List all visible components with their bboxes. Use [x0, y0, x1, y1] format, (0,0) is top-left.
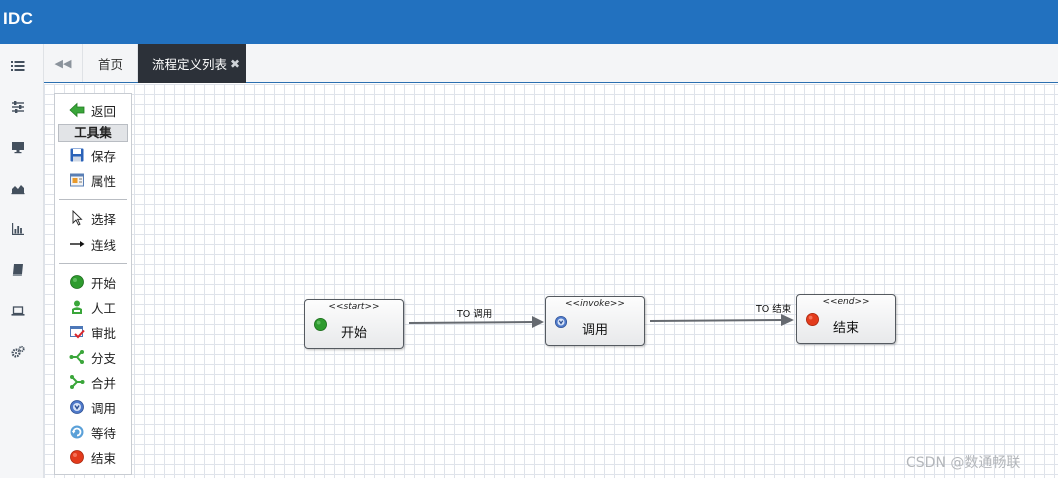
node-stereotype: <<invoke>>	[565, 299, 625, 309]
approve-icon	[69, 324, 85, 340]
node-start[interactable]: <<start>> 开始	[304, 299, 404, 349]
close-icon[interactable]: ✖	[230, 57, 240, 71]
tool-manual[interactable]: 人工	[69, 297, 116, 317]
tool-branch-label: 分支	[91, 350, 117, 366]
left-nav	[0, 44, 44, 478]
app-logo[interactable]: IDC	[3, 9, 33, 29]
merge-icon	[69, 374, 85, 390]
tool-approve[interactable]: 审批	[69, 322, 116, 342]
tool-end-label: 结束	[91, 450, 117, 466]
tab-bar: ◀◀ 首页 流程定义列表 ✖	[44, 44, 1058, 83]
laptop-icon[interactable]	[11, 304, 25, 318]
tool-merge[interactable]: 合并	[69, 372, 116, 392]
sliders-icon[interactable]	[11, 100, 25, 114]
edge-label-start-to-invoke[interactable]: TO 调用	[457, 306, 492, 320]
tool-connect-label: 连线	[91, 237, 117, 253]
pointer-icon	[69, 210, 85, 226]
tool-select-label: 选择	[91, 211, 117, 227]
wait-icon	[69, 424, 85, 440]
tool-end[interactable]: 结束	[69, 447, 116, 467]
invoke-icon	[69, 399, 85, 415]
properties-icon	[69, 172, 85, 188]
tab-home[interactable]: 首页	[84, 44, 138, 82]
tool-invoke[interactable]: 调用	[69, 397, 116, 417]
arrow-right-icon	[69, 236, 85, 252]
node-label: 开始	[340, 326, 367, 341]
back-arrow-icon	[69, 102, 85, 118]
designer-canvas[interactable]	[44, 84, 1058, 478]
double-chevron-left-icon: ◀◀	[54, 56, 72, 70]
toolbox-panel: 返回 工具集 保存 属性 选择 连线 开始 人工 审批 分支 合并 调用 等待 …	[54, 93, 132, 475]
tool-back-label: 返回	[91, 103, 117, 119]
toolbox-divider	[59, 263, 127, 264]
tab-active-label: 流程定义列表	[152, 57, 228, 72]
tool-wait-label: 等待	[91, 425, 117, 441]
gears-icon[interactable]	[11, 345, 25, 359]
tool-select[interactable]: 选择	[69, 208, 116, 228]
toolset-header: 工具集	[58, 124, 128, 142]
tool-wait[interactable]: 等待	[69, 422, 116, 442]
tool-approve-label: 审批	[91, 325, 117, 341]
tool-invoke-label: 调用	[91, 400, 117, 416]
tool-start-label: 开始	[91, 275, 117, 291]
tool-start[interactable]: 开始	[69, 272, 116, 292]
node-label: 调用	[581, 323, 608, 338]
tool-back[interactable]: 返回	[69, 100, 116, 120]
tool-manual-label: 人工	[91, 300, 117, 316]
node-label: 结束	[832, 321, 859, 336]
node-invoke[interactable]: <<invoke>> 调用	[545, 296, 645, 346]
branch-icon	[69, 349, 85, 365]
bar-chart-icon[interactable]	[11, 222, 25, 236]
list-icon[interactable]	[11, 59, 25, 73]
user-icon	[69, 299, 85, 315]
tool-connect[interactable]: 连线	[69, 234, 116, 254]
tab-process-definitions[interactable]: 流程定义列表 ✖	[138, 44, 246, 83]
tab-home-label: 首页	[97, 56, 123, 72]
book-icon[interactable]	[11, 263, 25, 277]
tab-scroll-left-button[interactable]: ◀◀	[44, 44, 83, 82]
node-stereotype: <<start>>	[328, 302, 380, 312]
area-chart-icon[interactable]	[11, 181, 25, 195]
end-circle-icon	[69, 449, 85, 465]
tool-branch[interactable]: 分支	[69, 347, 116, 367]
tool-properties-label: 属性	[91, 173, 117, 189]
watermark: CSDN @数通畅联	[906, 455, 1021, 471]
node-end[interactable]: <<end>> 结束	[796, 294, 896, 344]
edge-label-invoke-to-end[interactable]: TO 结束	[756, 301, 791, 315]
tool-properties[interactable]: 属性	[69, 170, 116, 190]
tool-save[interactable]: 保存	[69, 145, 116, 165]
save-icon	[69, 147, 85, 163]
monitor-icon[interactable]	[11, 140, 25, 154]
tool-merge-label: 合并	[91, 375, 117, 391]
toolbox-divider	[59, 199, 127, 200]
tool-save-label: 保存	[91, 148, 117, 164]
start-circle-icon	[69, 274, 85, 290]
top-header: IDC	[0, 0, 1058, 44]
node-stereotype: <<end>>	[822, 297, 870, 307]
